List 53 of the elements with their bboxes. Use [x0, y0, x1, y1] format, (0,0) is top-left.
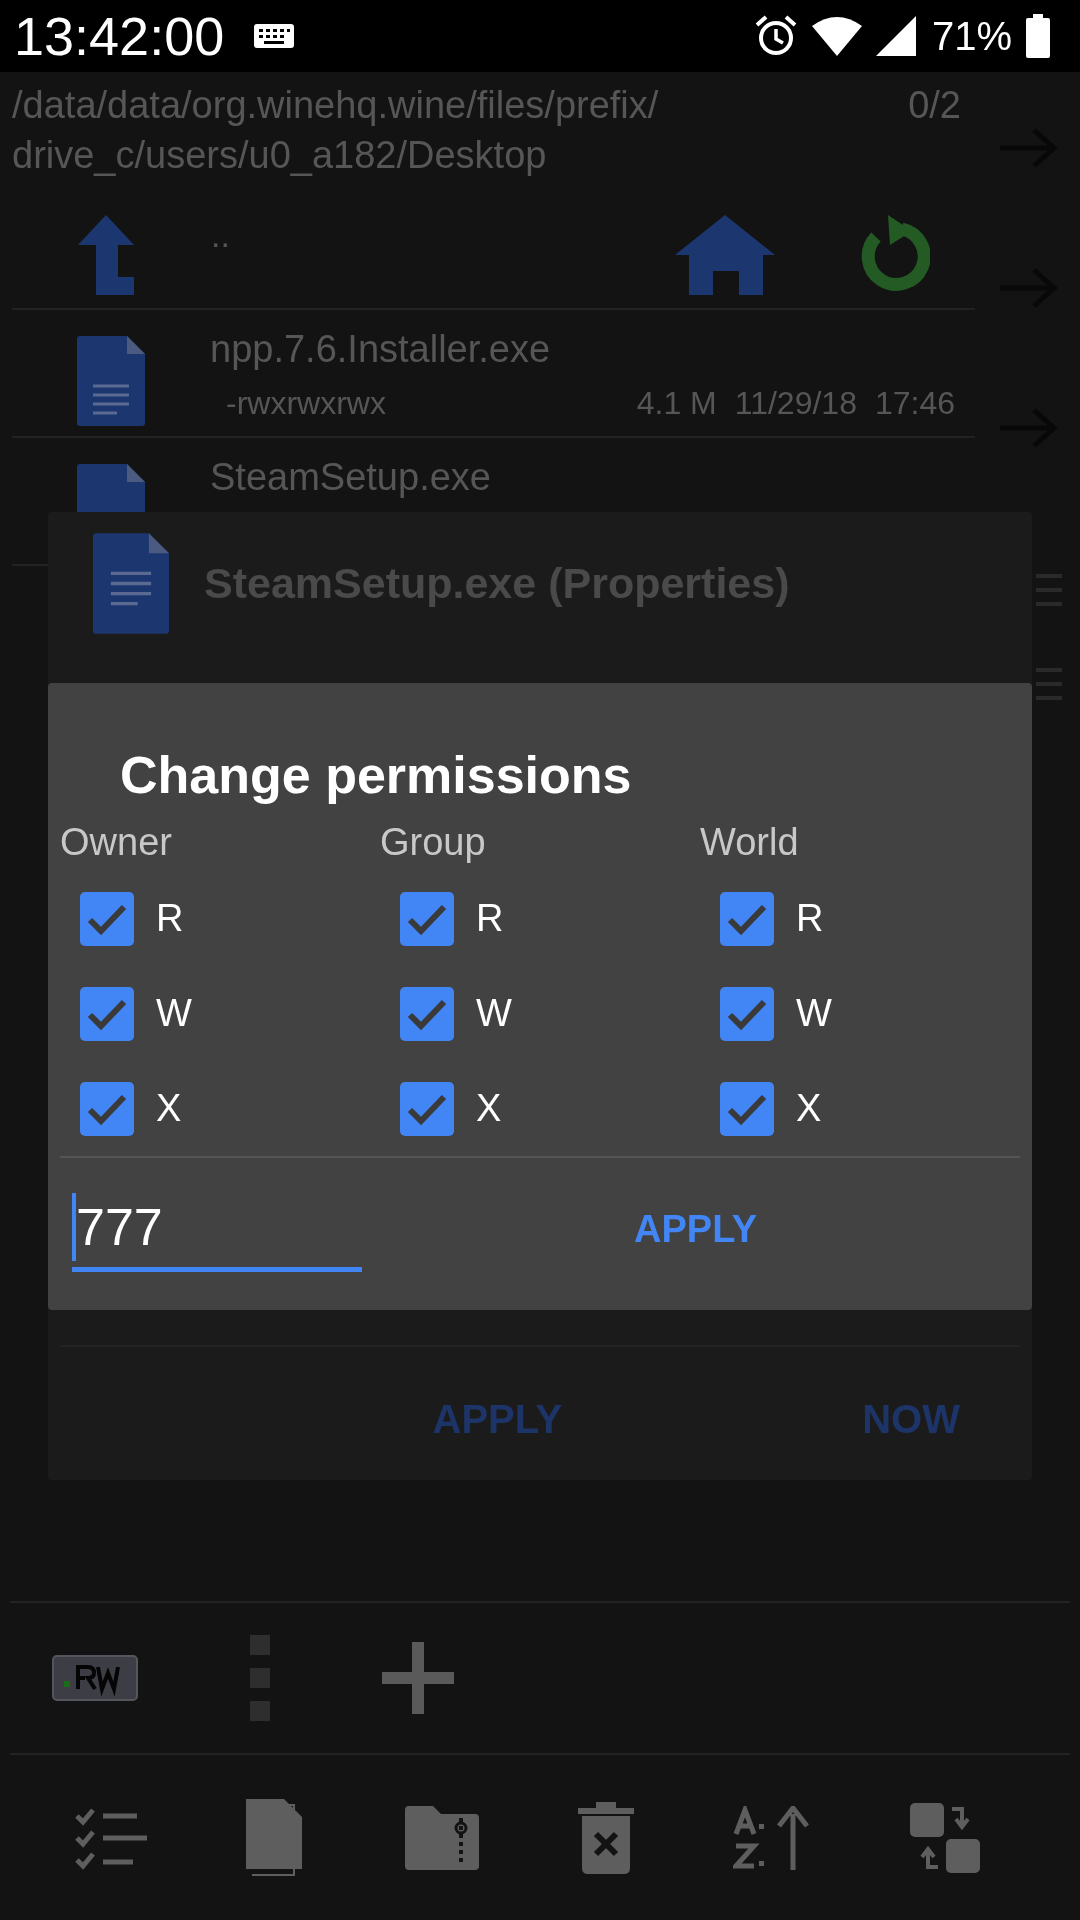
- clock: 13:42:00: [14, 5, 225, 67]
- up-arrow-icon[interactable]: [76, 215, 136, 295]
- add-icon[interactable]: [382, 1642, 454, 1714]
- file-date: 11/29/18: [734, 385, 857, 422]
- storage-rw-icon[interactable]: [52, 1655, 138, 1701]
- zip-folder-icon[interactable]: [404, 1805, 479, 1870]
- path-text: /data/data/org.winehq.wine/files/prefix/: [12, 83, 660, 128]
- delete-icon[interactable]: [578, 1801, 635, 1874]
- checkbox[interactable]: [400, 986, 454, 1041]
- permission-label: X: [156, 1087, 182, 1130]
- signal-icon: [875, 16, 916, 56]
- permission-label: W: [156, 992, 192, 1035]
- selection-count: 0/2: [908, 83, 961, 128]
- permission-label: R: [796, 897, 824, 940]
- permission-label: X: [796, 1087, 822, 1130]
- column-header: World: [700, 821, 800, 865]
- column-header: Owner: [60, 821, 173, 865]
- checkbox[interactable]: [400, 891, 454, 946]
- dialog-title: Change permissions: [119, 745, 633, 805]
- permission-label: X: [476, 1087, 502, 1130]
- home-icon[interactable]: [675, 215, 775, 295]
- dialog-button[interactable]: NOW: [862, 1397, 960, 1442]
- document-icon: [93, 532, 169, 635]
- permission-label: R: [476, 897, 504, 940]
- sort-icon[interactable]: [733, 1805, 812, 1870]
- apply-button[interactable]: APPLY: [634, 1207, 758, 1251]
- parent-folder-item[interactable]: ..: [211, 215, 230, 255]
- checkbox[interactable]: [80, 891, 134, 946]
- checkbox[interactable]: [80, 1081, 134, 1136]
- keyboard-icon: [254, 24, 295, 48]
- permission-label: R: [156, 897, 184, 940]
- file-name[interactable]: SteamSetup.exe: [210, 456, 955, 499]
- swap-icon[interactable]: [910, 1802, 981, 1873]
- file-permissions: -rwxrwxrwx: [226, 385, 386, 422]
- checkbox[interactable]: [720, 986, 774, 1041]
- file-size: 4.1 M: [636, 385, 717, 422]
- dialog-button[interactable]: APPLY: [432, 1397, 563, 1442]
- battery-percentage: 71%: [931, 13, 1012, 59]
- path-text: drive_c/users/u0_a182/Desktop: [12, 133, 548, 178]
- battery-icon: [1026, 14, 1050, 58]
- document-icon: [77, 336, 145, 426]
- checkbox[interactable]: [720, 891, 774, 946]
- alarm-icon: [753, 14, 798, 58]
- checkbox[interactable]: [80, 986, 134, 1041]
- permission-label: W: [796, 992, 832, 1035]
- file-name[interactable]: npp.7.6.Installer.exe: [210, 328, 955, 371]
- mode-input-field[interactable]: 777: [72, 1186, 362, 1272]
- checkbox[interactable]: [400, 1081, 454, 1136]
- permission-label: W: [476, 992, 512, 1035]
- wifi-icon: [811, 16, 862, 56]
- file-time: 17:46: [874, 385, 955, 422]
- checkbox[interactable]: [720, 1081, 774, 1136]
- column-header: Group: [380, 821, 487, 865]
